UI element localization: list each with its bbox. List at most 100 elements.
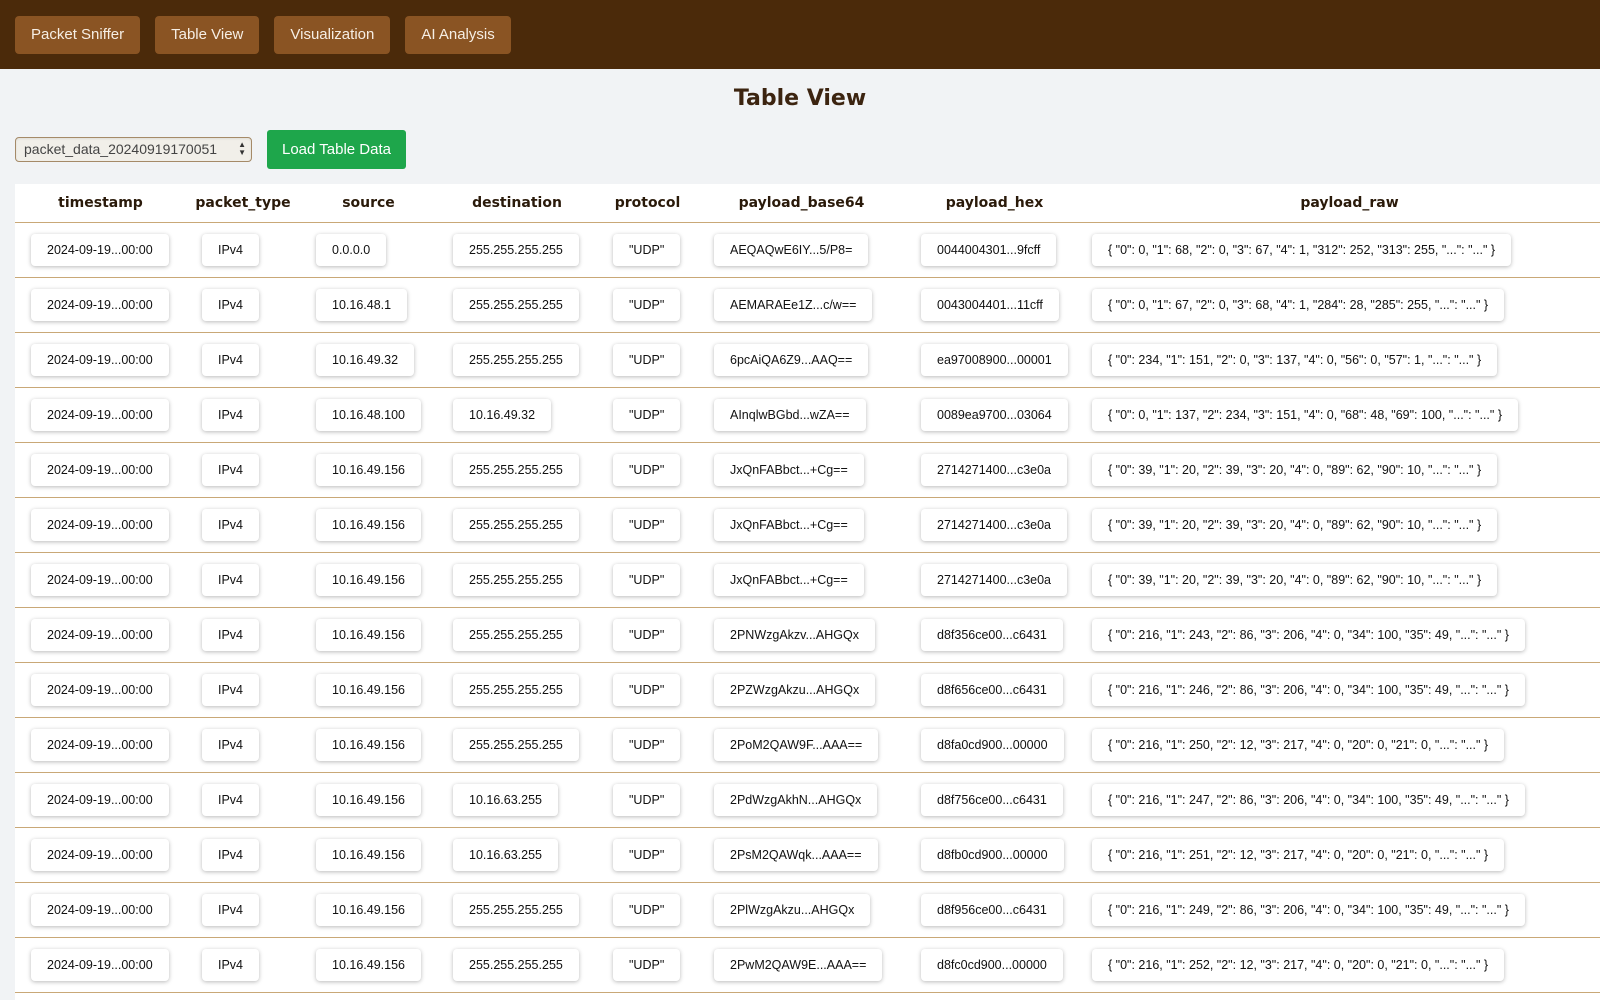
table-cell: 255.255.255.255 — [437, 332, 597, 388]
table-cell: d8f756ce00...c6431 — [905, 772, 1084, 828]
table-cell: 10.16.63.255 — [437, 772, 597, 828]
table-row[interactable]: 2024-09-19...00:00 IPv4 10.16.49.156 255.25… — [15, 882, 1600, 938]
column-header-payload-hex[interactable]: payload_hex — [905, 184, 1084, 223]
table-cell: d8fc0cd900...00000 — [905, 937, 1084, 993]
column-header-destination[interactable]: destination — [437, 184, 597, 223]
table-cell: 10.16.48.1 — [300, 277, 437, 333]
table-cell: d8fb0cd900...00000 — [905, 827, 1084, 883]
protocol-value: "UDP" — [613, 728, 681, 761]
table-cell: 6pcAiQA6Z9...AAQ== — [698, 332, 905, 388]
table-cell: IPv4 — [186, 497, 300, 553]
table-row[interactable]: 2024-09-19...00:00 IPv4 10.16.48.100 10.16.… — [15, 387, 1600, 443]
tab-table-view[interactable]: Table View — [155, 15, 260, 54]
column-header-timestamp[interactable]: timestamp — [15, 184, 186, 223]
table-body: 2024-09-19...00:00 IPv4 0.0.0.0 255.255.255… — [15, 222, 1600, 993]
payload-hex-value: d8f356ce00...c6431 — [921, 618, 1063, 651]
tab-ai-analysis[interactable]: AI Analysis — [405, 15, 511, 54]
table-cell: "UDP" — [597, 552, 698, 608]
column-header-source[interactable]: source — [300, 184, 437, 223]
payload-raw-value: { "0": 216, "1": 251, "2": 12, "3": 217,… — [1092, 838, 1505, 871]
protocol-value: "UDP" — [613, 563, 681, 596]
table-cell: "UDP" — [597, 332, 698, 388]
table-cell: "UDP" — [597, 772, 698, 828]
table-row[interactable]: 2024-09-19...00:00 IPv4 0.0.0.0 255.255.255… — [15, 222, 1600, 278]
table-cell: 2PdWzgAkhN...AHGQx — [698, 772, 905, 828]
payload-hex-value: d8f756ce00...c6431 — [921, 783, 1063, 816]
protocol-value: "UDP" — [613, 288, 681, 321]
packet-type-value: IPv4 — [202, 288, 260, 321]
payload-base64-value: 2PdWzgAkhN...AHGQx — [714, 783, 878, 816]
table-cell: "UDP" — [597, 387, 698, 443]
column-header-payload-base64[interactable]: payload_base64 — [698, 184, 905, 223]
table-cell: 10.16.63.255 — [437, 827, 597, 883]
table-row[interactable]: 2024-09-19...00:00 IPv4 10.16.49.156 255.25… — [15, 717, 1600, 773]
protocol-value: "UDP" — [613, 673, 681, 706]
table-cell: 255.255.255.255 — [437, 442, 597, 498]
table-cell: 10.16.49.156 — [300, 882, 437, 938]
timestamp-value: 2024-09-19...00:00 — [31, 948, 169, 981]
packet-type-value: IPv4 — [202, 398, 260, 431]
protocol-value: "UDP" — [613, 508, 681, 541]
timestamp-value: 2024-09-19...00:00 — [31, 453, 169, 486]
payload-base64-value: 2PlWzgAkzu...AHGQx — [714, 893, 871, 926]
packet-table-container[interactable]: timestamp packet_type source destination pro… — [15, 184, 1600, 1000]
payload-hex-value: d8f656ce00...c6431 — [921, 673, 1063, 706]
source-value: 10.16.48.100 — [316, 398, 421, 431]
load-table-data-button[interactable]: Load Table Data — [267, 130, 406, 169]
timestamp-value: 2024-09-19...00:00 — [31, 618, 169, 651]
column-header-payload-raw[interactable]: payload_raw — [1084, 184, 1600, 223]
table-cell: IPv4 — [186, 882, 300, 938]
table-row[interactable]: 2024-09-19...00:00 IPv4 10.16.49.156 255.25… — [15, 552, 1600, 608]
protocol-value: "UDP" — [613, 233, 681, 266]
tab-visualization[interactable]: Visualization — [274, 15, 391, 54]
protocol-value: "UDP" — [613, 838, 681, 871]
source-value: 10.16.49.156 — [316, 893, 421, 926]
packet-type-value: IPv4 — [202, 838, 260, 871]
table-row[interactable]: 2024-09-19...00:00 IPv4 10.16.49.156 255.25… — [15, 497, 1600, 553]
timestamp-value: 2024-09-19...00:00 — [31, 343, 169, 376]
column-header-protocol[interactable]: protocol — [597, 184, 698, 223]
payload-base64-value: AEMARAEe1Z...c/w== — [714, 288, 873, 321]
payload-raw-value: { "0": 39, "1": 20, "2": 39, "3": 20, "4… — [1092, 508, 1498, 541]
payload-hex-value: 2714271400...c3e0a — [921, 453, 1067, 486]
table-cell: 255.255.255.255 — [437, 607, 597, 663]
table-cell: 2024-09-19...00:00 — [15, 387, 186, 443]
table-row[interactable]: 2024-09-19...00:00 IPv4 10.16.49.32 255.255… — [15, 332, 1600, 388]
packet-type-value: IPv4 — [202, 948, 260, 981]
destination-value: 10.16.49.32 — [453, 398, 552, 431]
payload-base64-value: 2PZWzgAkzu...AHGQx — [714, 673, 876, 706]
table-cell: { "0": 216, "1": 246, "2": 86, "3": 206,… — [1084, 662, 1600, 718]
table-cell: { "0": 0, "1": 67, "2": 0, "3": 68, "4":… — [1084, 277, 1600, 333]
table-cell: IPv4 — [186, 387, 300, 443]
payload-raw-value: { "0": 216, "1": 243, "2": 86, "3": 206,… — [1092, 618, 1525, 651]
table-row[interactable]: 2024-09-19...00:00 IPv4 10.16.49.156 255.25… — [15, 607, 1600, 663]
table-cell: 0089ea9700...03064 — [905, 387, 1084, 443]
table-row[interactable]: 2024-09-19...00:00 IPv4 10.16.48.1 255.255.… — [15, 277, 1600, 333]
table-cell: { "0": 216, "1": 252, "2": 12, "3": 217,… — [1084, 937, 1600, 993]
file-select[interactable]: packet_data_20240919170051 ▲ ▼ — [15, 137, 252, 162]
payload-hex-value: d8fc0cd900...00000 — [921, 948, 1063, 981]
table-row[interactable]: 2024-09-19...00:00 IPv4 10.16.49.156 255.25… — [15, 937, 1600, 993]
table-cell: { "0": 39, "1": 20, "2": 39, "3": 20, "4… — [1084, 442, 1600, 498]
table-controls: packet_data_20240919170051 ▲ ▼ Load Table… — [0, 130, 1600, 169]
table-cell: 2024-09-19...00:00 — [15, 552, 186, 608]
table-cell: IPv4 — [186, 277, 300, 333]
table-cell: JxQnFABbct...+Cg== — [698, 442, 905, 498]
table-row[interactable]: 2024-09-19...00:00 IPv4 10.16.49.156 255.25… — [15, 442, 1600, 498]
payload-base64-value: AEQAQwE6IY...5/P8= — [714, 233, 869, 266]
destination-value: 255.255.255.255 — [453, 948, 579, 981]
timestamp-value: 2024-09-19...00:00 — [31, 893, 169, 926]
source-value: 10.16.49.156 — [316, 508, 421, 541]
payload-raw-value: { "0": 39, "1": 20, "2": 39, "3": 20, "4… — [1092, 453, 1498, 486]
table-row[interactable]: 2024-09-19...00:00 IPv4 10.16.49.156 10.16.… — [15, 772, 1600, 828]
protocol-value: "UDP" — [613, 398, 681, 431]
table-cell: d8fa0cd900...00000 — [905, 717, 1084, 773]
table-cell: 10.16.49.156 — [300, 552, 437, 608]
column-header-packet-type[interactable]: packet_type — [186, 184, 300, 223]
table-cell: 2PsM2QAWqk...AAA== — [698, 827, 905, 883]
tab-packet-sniffer[interactable]: Packet Sniffer — [15, 15, 141, 54]
payload-hex-value: 2714271400...c3e0a — [921, 563, 1067, 596]
table-row[interactable]: 2024-09-19...00:00 IPv4 10.16.49.156 255.25… — [15, 662, 1600, 718]
table-cell: 2714271400...c3e0a — [905, 442, 1084, 498]
table-row[interactable]: 2024-09-19...00:00 IPv4 10.16.49.156 10.16.… — [15, 827, 1600, 883]
